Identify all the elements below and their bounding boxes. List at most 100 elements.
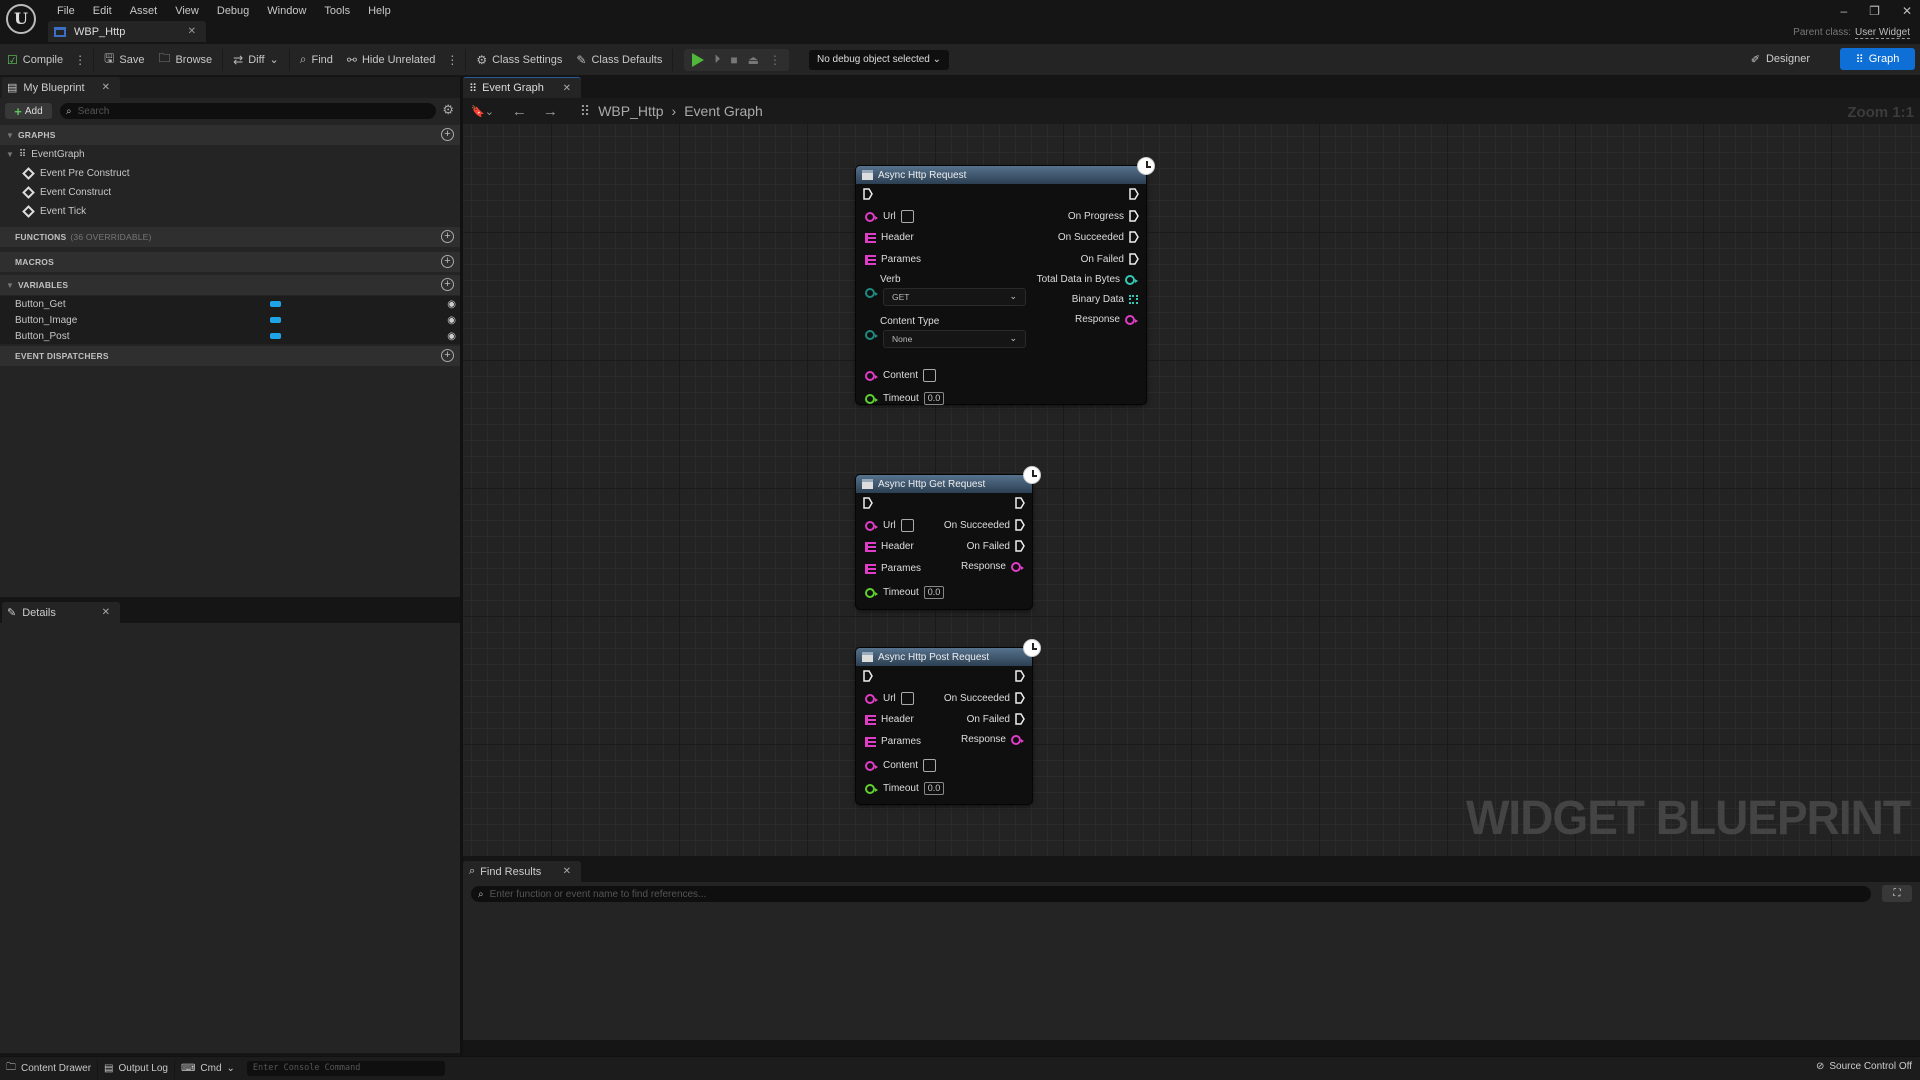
verb-pin[interactable] (865, 288, 878, 298)
forward-arrow-icon[interactable]: → (543, 103, 558, 120)
content-pin[interactable]: Content (865, 369, 937, 382)
header-pin[interactable]: Header (865, 541, 914, 552)
timeout-input[interactable]: 0.0 (923, 586, 945, 599)
header-pin[interactable]: Header (865, 232, 914, 243)
breadcrumb-blueprint[interactable]: WBP_Http (598, 103, 663, 119)
source-control-button[interactable]: ⊘ Source Control Off (1816, 1061, 1912, 1072)
timeout-pin[interactable]: Timeout 0.0 (865, 782, 945, 795)
node-header[interactable]: Async Http Get Request (856, 475, 1032, 493)
parames-pin[interactable]: Parames (865, 563, 921, 574)
add-event-dispatcher-icon[interactable]: + (441, 349, 454, 362)
response-pin[interactable]: Response (961, 561, 1024, 572)
section-graphs[interactable]: ▼ GRAPHS + (0, 125, 460, 145)
eye-icon[interactable]: ◉ (447, 315, 456, 326)
node-async-http-post-request[interactable]: Async Http Post Request Url Header Param… (856, 639, 1041, 804)
exec-output-pin[interactable] (1015, 497, 1025, 509)
bookmark-icon[interactable]: 🔖⌄ (471, 105, 494, 118)
node-async-http-get-request[interactable]: Async Http Get Request Url Header Parame… (856, 466, 1041, 609)
exec-output-pin[interactable] (1015, 670, 1025, 682)
stop-icon[interactable]: ■ (730, 53, 737, 67)
close-icon[interactable]: ✕ (188, 26, 196, 37)
eye-icon[interactable]: ◉ (447, 331, 456, 342)
variable-type-pill-icon[interactable] (270, 333, 281, 339)
menu-file[interactable]: File (48, 3, 84, 19)
menu-asset[interactable]: Asset (121, 3, 167, 19)
event-graph-tab[interactable]: ⠿ Event Graph ✕ (463, 77, 581, 98)
eject-icon[interactable]: ⏏ (748, 53, 759, 67)
search-input[interactable]: ⌕ Search (60, 103, 436, 119)
unreal-logo-icon[interactable]: U (6, 4, 36, 34)
timeout-input[interactable]: 0.0 (923, 782, 945, 795)
exec-input-pin[interactable] (863, 497, 873, 509)
content-type-pin[interactable] (865, 330, 878, 340)
url-input-box[interactable] (900, 519, 914, 532)
variable-row[interactable]: Button_Post ◉ (0, 328, 460, 344)
debug-object-dropdown[interactable]: No debug object selected ⌄ (808, 49, 950, 70)
step-icon[interactable]: ⏵ (714, 52, 720, 67)
restore-button[interactable]: ❐ (1869, 4, 1880, 18)
verb-dropdown[interactable]: GET ⌄ (883, 288, 1026, 306)
timeout-pin[interactable]: Timeout 0.0 (865, 586, 945, 599)
content-input-box[interactable] (923, 369, 937, 382)
class-defaults-button[interactable]: ✎ Class Defaults (569, 44, 669, 75)
tree-item-eventgraph[interactable]: ▼ ⠿ EventGraph (6, 149, 85, 160)
close-icon[interactable]: ✕ (102, 82, 110, 93)
exec-input-pin[interactable] (863, 188, 873, 200)
menu-edit[interactable]: Edit (84, 3, 121, 19)
url-pin[interactable]: Url (865, 692, 914, 705)
parames-pin[interactable]: Parames (865, 254, 921, 265)
menu-view[interactable]: View (166, 3, 208, 19)
minimize-button[interactable]: – (1840, 4, 1847, 18)
details-tab[interactable]: ✎ Details ✕ (2, 602, 120, 623)
content-drawer-button[interactable]: 🗀 Content Drawer (0, 1060, 97, 1077)
more-options-icon[interactable]: ⋮ (442, 53, 462, 67)
browse-button[interactable]: 🗀 Browse (151, 44, 219, 75)
variable-type-pill-icon[interactable] (270, 301, 281, 307)
exec-input-pin[interactable] (863, 670, 873, 682)
section-variables[interactable]: ▼ VARIABLES + (0, 275, 460, 295)
parent-class-link[interactable]: User Widget (1854, 27, 1910, 39)
binary-data-pin[interactable]: Binary Data (1072, 294, 1138, 305)
node-header[interactable]: Async Http Post Request (856, 648, 1032, 666)
section-macros[interactable]: MACROS + (0, 252, 460, 272)
url-input-box[interactable] (900, 210, 914, 223)
add-button[interactable]: + Add (5, 103, 52, 119)
graph-mode-button[interactable]: ⠿ Graph (1840, 48, 1915, 70)
on-succeeded-pin[interactable]: On Succeeded (944, 692, 1025, 704)
on-succeeded-pin[interactable]: On Succeeded (944, 519, 1025, 531)
close-window-button[interactable]: ✕ (1902, 4, 1912, 18)
diff-button[interactable]: ⇄ Diff ⌄ (226, 44, 286, 75)
close-icon[interactable]: ✕ (102, 607, 110, 618)
add-graph-icon[interactable]: + (441, 128, 454, 141)
my-blueprint-tab[interactable]: ▤ My Blueprint ✕ (2, 77, 120, 98)
console-command-input[interactable]: Enter Console Command (246, 1061, 445, 1076)
cmd-dropdown[interactable]: ⌨ Cmd ⌄ (175, 1063, 241, 1074)
gear-icon[interactable]: ⚙ (442, 102, 454, 118)
response-pin[interactable]: Response (961, 734, 1024, 745)
compile-button[interactable]: ☑ Compile (0, 44, 70, 75)
menu-debug[interactable]: Debug (208, 3, 258, 19)
on-progress-pin[interactable]: On Progress (1068, 210, 1139, 222)
url-pin[interactable]: Url (865, 210, 914, 223)
graph-canvas[interactable]: Async Http Request Url Header Parames Ve… (463, 124, 1920, 856)
compile-options-icon[interactable]: ⋮ (70, 53, 90, 67)
exec-output-pin[interactable] (1129, 188, 1139, 200)
header-pin[interactable]: Header (865, 714, 914, 725)
node-async-http-request[interactable]: Async Http Request Url Header Parames Ve… (856, 157, 1155, 405)
parames-pin[interactable]: Parames (865, 736, 921, 747)
hide-unrelated-button[interactable]: ⚯ Hide Unrelated (340, 44, 442, 75)
play-icon[interactable] (692, 52, 705, 67)
menu-tools[interactable]: Tools (315, 3, 359, 19)
section-event-dispatchers[interactable]: EVENT DISPATCHERS + (0, 346, 460, 366)
section-functions[interactable]: FUNCTIONS (36 OVERRIDABLE) + (0, 227, 460, 247)
find-results-tab[interactable]: ⌕ Find Results ✕ (463, 861, 581, 882)
on-succeeded-pin[interactable]: On Succeeded (1058, 231, 1139, 243)
menu-window[interactable]: Window (258, 3, 315, 19)
add-variable-icon[interactable]: + (441, 278, 454, 291)
variable-row[interactable]: Button_Get ◉ (0, 296, 460, 312)
on-failed-pin[interactable]: On Failed (967, 540, 1025, 552)
save-button[interactable]: 🖫 Save (97, 44, 151, 75)
designer-mode-button[interactable]: ✐ Designer (1751, 48, 1810, 70)
total-data-pin[interactable]: Total Data in Bytes (1037, 274, 1138, 285)
on-failed-pin[interactable]: On Failed (967, 713, 1025, 725)
